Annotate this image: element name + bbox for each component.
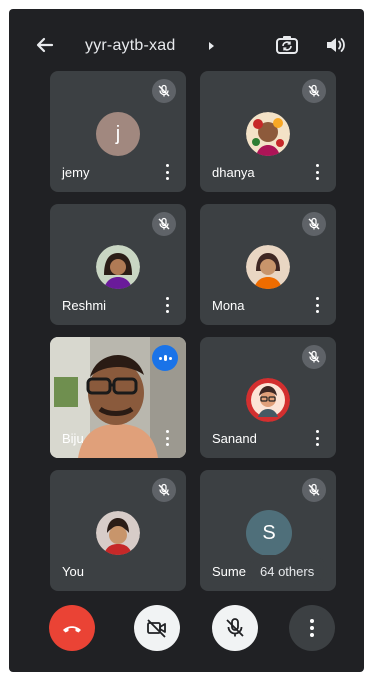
mic-toggle-button[interactable] <box>212 605 258 651</box>
speaking-indicator-icon <box>152 345 178 371</box>
participant-tile-mona[interactable]: Mona <box>200 204 336 325</box>
avatar <box>96 511 140 555</box>
more-vert-icon[interactable] <box>312 297 322 313</box>
avatar: j <box>96 112 140 156</box>
participant-name: You <box>62 564 84 579</box>
camera-toggle-button[interactable] <box>134 605 180 651</box>
mic-off-icon <box>152 478 176 502</box>
participant-tile-others[interactable]: S Sume 64 others <box>200 470 336 591</box>
participant-name: Sume <box>212 564 246 579</box>
avatar-initial: j <box>115 122 121 145</box>
mic-off-icon <box>302 79 326 103</box>
participant-name: Mona <box>212 298 245 313</box>
end-call-button[interactable] <box>49 605 95 651</box>
top-bar: yyr-aytb-xad <box>9 9 364 79</box>
chevron-right-icon[interactable] <box>197 32 225 60</box>
mic-off-icon <box>152 212 176 236</box>
mic-off-icon <box>223 616 247 640</box>
participant-tile-jemy[interactable]: j jemy <box>50 71 186 192</box>
participant-name: jemy <box>62 165 90 180</box>
end-call-icon <box>60 616 84 640</box>
participant-tile-sanand[interactable]: Sanand <box>200 337 336 458</box>
more-vert-icon[interactable] <box>312 430 322 446</box>
more-vert-icon[interactable] <box>162 164 172 180</box>
avatar: S <box>246 510 292 556</box>
meet-screen: yyr-aytb-xad j jemy dhanya Reshmi Mona B… <box>9 9 364 672</box>
avatar <box>246 112 290 156</box>
back-arrow-icon[interactable] <box>31 31 59 59</box>
speaker-icon[interactable] <box>321 31 349 59</box>
more-vert-icon[interactable] <box>312 164 322 180</box>
others-count-chip[interactable]: 64 others <box>250 558 325 584</box>
participant-tile-dhanya[interactable]: dhanya <box>200 71 336 192</box>
more-vert-icon[interactable] <box>162 297 172 313</box>
mic-off-icon <box>302 478 326 502</box>
mic-off-icon <box>302 212 326 236</box>
switch-camera-icon[interactable] <box>273 31 301 59</box>
participant-name: Sanand <box>212 431 257 446</box>
avatar <box>96 245 140 289</box>
participant-name: Reshmi <box>62 298 107 313</box>
call-controls <box>9 601 364 655</box>
participant-tile-you[interactable]: You <box>50 470 186 591</box>
mic-off-icon <box>152 79 176 103</box>
participant-tile-biju[interactable]: Biju <box>50 337 186 458</box>
avatar <box>246 245 290 289</box>
meeting-code[interactable]: yyr-aytb-xad <box>85 37 175 55</box>
avatar <box>246 378 290 422</box>
participant-name: Biju <box>62 431 84 446</box>
participant-name: dhanya <box>212 165 255 180</box>
more-options-button[interactable] <box>289 605 335 651</box>
more-options-icon <box>310 619 314 637</box>
mic-off-icon <box>302 345 326 369</box>
camera-off-icon <box>145 616 169 640</box>
more-vert-icon[interactable] <box>162 430 172 446</box>
participant-tile-reshmi[interactable]: Reshmi <box>50 204 186 325</box>
avatar-initial: S <box>262 521 276 544</box>
